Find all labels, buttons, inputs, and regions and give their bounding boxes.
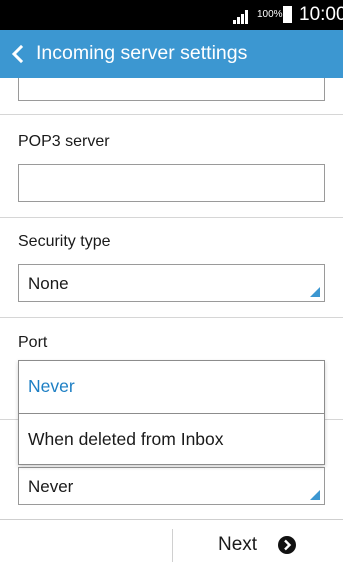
battery-percent: 100% bbox=[257, 9, 283, 20]
bottom-bar: Next bbox=[0, 519, 343, 572]
divider bbox=[0, 217, 343, 218]
next-label: Next bbox=[218, 534, 258, 555]
arrow-circle-right-icon bbox=[278, 536, 296, 554]
divider bbox=[172, 529, 173, 562]
dropdown-option-never[interactable]: Never bbox=[19, 361, 324, 413]
divider bbox=[0, 114, 343, 115]
dropdown-triangle-icon bbox=[310, 490, 320, 500]
dropdown-triangle-icon bbox=[310, 287, 320, 297]
pop3-server-field[interactable] bbox=[18, 164, 325, 202]
security-type-label: Security type bbox=[18, 233, 111, 250]
status-time: 10:00 bbox=[299, 4, 343, 25]
divider bbox=[0, 519, 343, 520]
next-button[interactable]: Next bbox=[218, 529, 308, 562]
security-type-select[interactable]: None bbox=[18, 264, 325, 302]
divider bbox=[0, 317, 343, 318]
dropdown-option-when-deleted[interactable]: When deleted from Inbox bbox=[19, 414, 324, 466]
dropdown-popup: Never When deleted from Inbox bbox=[18, 360, 325, 465]
page-title: Incoming server settings bbox=[36, 42, 248, 64]
chevron-left-icon[interactable] bbox=[10, 44, 24, 64]
status-bar: 100% 10:00 bbox=[0, 0, 343, 30]
pop3-server-label: POP3 server bbox=[18, 133, 110, 150]
username-field[interactable] bbox=[18, 78, 325, 101]
delete-email-value: Never bbox=[28, 477, 74, 496]
battery-icon bbox=[283, 6, 292, 23]
signal-icon bbox=[233, 10, 248, 24]
security-type-value: None bbox=[28, 274, 69, 293]
app-bar: Incoming server settings bbox=[0, 30, 343, 78]
settings-form: POP3 server Security type None Port Neve… bbox=[0, 78, 343, 519]
port-label: Port bbox=[18, 334, 48, 351]
delete-email-select[interactable]: Never bbox=[18, 467, 325, 505]
